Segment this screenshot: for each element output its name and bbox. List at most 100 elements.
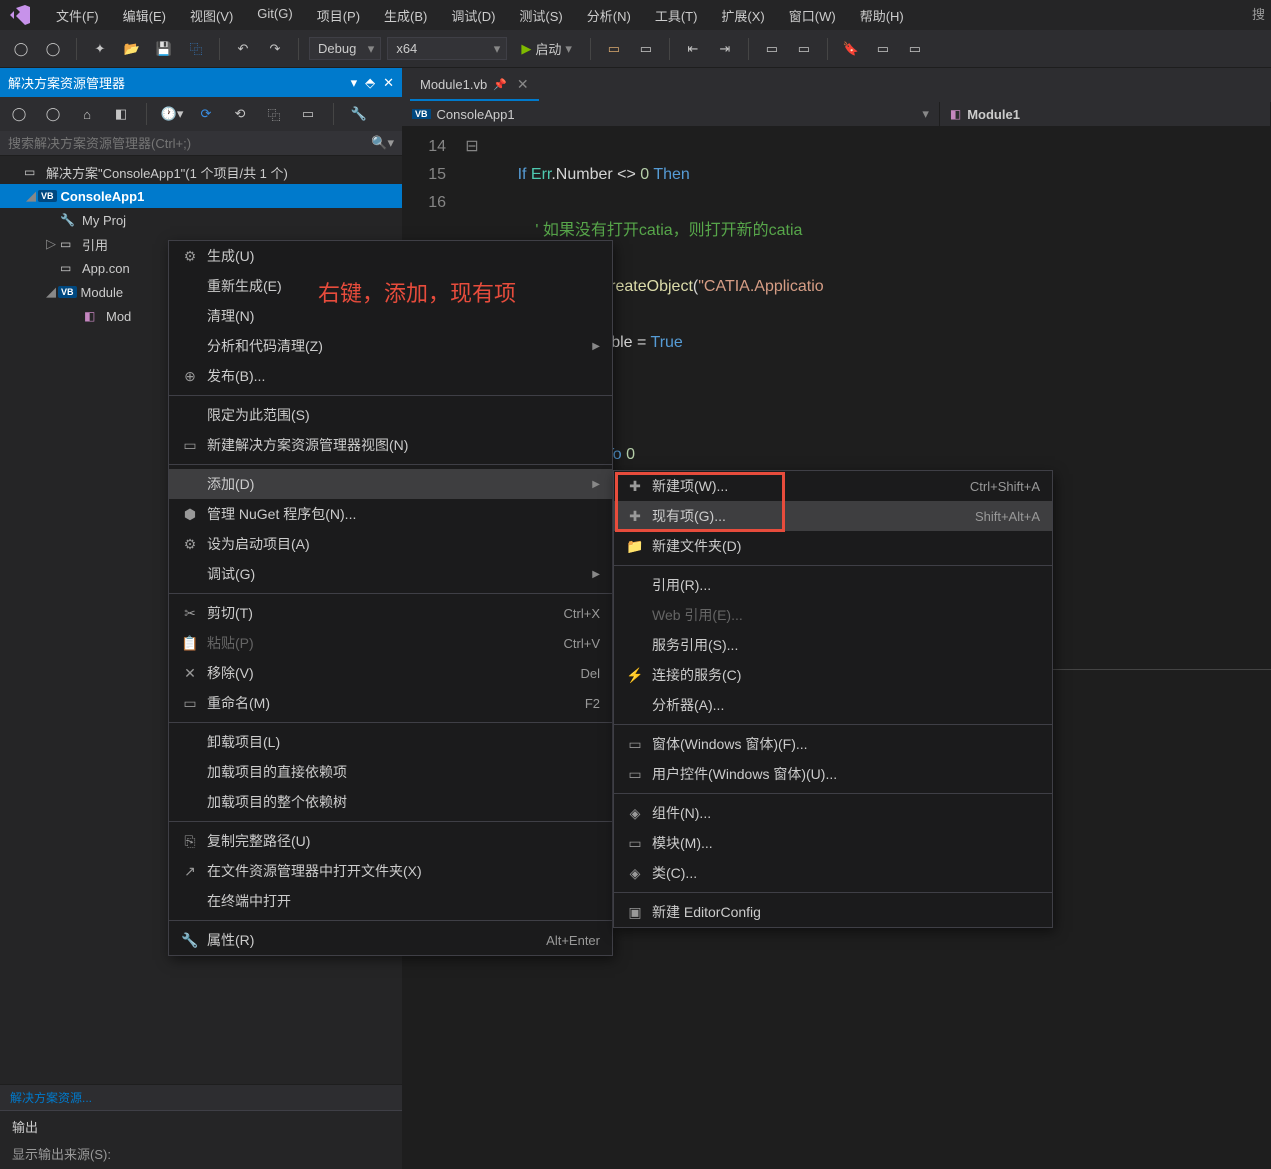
context-menu-item[interactable]: ▭重命名(M)F2 (169, 688, 612, 718)
context-menu-item[interactable]: ▭新建解决方案资源管理器视图(N) (169, 430, 612, 460)
tool-button-7[interactable]: ▭ (870, 36, 896, 62)
tool-button-5[interactable]: ▭ (759, 36, 785, 62)
panel-searchbar[interactable]: 🔍▾ (0, 131, 402, 156)
collapse-icon[interactable]: ⿻ (261, 101, 287, 127)
context-menu-item[interactable]: 卸载项目(L) (169, 727, 612, 757)
menu-item[interactable]: 分析(N) (583, 4, 635, 27)
menu-item[interactable]: 文件(F) (52, 4, 103, 27)
context-menu-item[interactable]: ✕移除(V)Del (169, 658, 612, 688)
context-menu-item[interactable]: ⚙生成(U) (169, 241, 612, 271)
new-button[interactable]: ✦ (87, 36, 113, 62)
context-menu-item[interactable]: ◈组件(N)... (614, 798, 1052, 828)
close-tab-icon[interactable]: ✕ (517, 76, 529, 93)
solution-root[interactable]: ▭ 解决方案"ConsoleApp1"(1 个项目/共 1 个) (0, 160, 402, 184)
myproject-node[interactable]: 🔧 My Proj (0, 208, 402, 232)
pin-icon[interactable]: 📌 (493, 78, 507, 91)
tool-button-8[interactable]: ▭ (902, 36, 928, 62)
search-input[interactable] (8, 136, 371, 151)
menu-item[interactable]: 项目(P) (313, 4, 364, 27)
context-menu-item[interactable]: ⊕发布(B)... (169, 361, 612, 391)
context-menu-item[interactable]: ✂剪切(T)Ctrl+X (169, 598, 612, 628)
context-menu-item[interactable]: ⚙设为启动项目(A) (169, 529, 612, 559)
context-menu-item[interactable]: 限定为此范围(S) (169, 400, 612, 430)
context-menu-item[interactable]: ▣新建 EditorConfig (614, 897, 1052, 927)
search-icon[interactable]: 🔍▾ (371, 135, 394, 151)
context-menu-item[interactable]: 调试(G)▶ (169, 559, 612, 589)
context-menu-item[interactable]: ✚新建项(W)...Ctrl+Shift+A (614, 471, 1052, 501)
start-button[interactable]: ▶ 启动 ▾ (513, 36, 580, 61)
menu-item[interactable]: 工具(T) (651, 4, 702, 27)
bookmark-button[interactable]: 🔖 (838, 36, 864, 62)
sync-icon[interactable]: ⟲ (227, 101, 253, 127)
menu-item[interactable]: 窗口(W) (785, 4, 840, 27)
context-menu-item[interactable]: ✚现有项(G)...Shift+Alt+A (614, 501, 1052, 531)
tool-button-4[interactable]: ⇥ (712, 36, 738, 62)
nav-project[interactable]: VB ConsoleApp1 ▾ (402, 102, 940, 126)
forward-button[interactable]: ◯ (40, 36, 66, 62)
pin-icon[interactable]: ⬘ (365, 75, 375, 91)
nav-module[interactable]: ◧ Module1 (940, 102, 1271, 126)
context-menu-item[interactable]: ⬢管理 NuGet 程序包(N)... (169, 499, 612, 529)
menu-item[interactable]: 调试(D) (447, 4, 499, 27)
context-menu-add[interactable]: ✚新建项(W)...Ctrl+Shift+A✚现有项(G)...Shift+Al… (613, 470, 1053, 928)
context-menu-item[interactable]: 加载项目的直接依赖项 (169, 757, 612, 787)
save-button[interactable]: 💾 (151, 36, 177, 62)
close-icon[interactable]: ✕ (383, 75, 394, 91)
context-menu-item[interactable]: ▭窗体(Windows 窗体)(F)... (614, 729, 1052, 759)
menu-item[interactable]: 帮助(H) (856, 4, 908, 27)
properties-icon[interactable]: 🔧 (346, 101, 372, 127)
menu-item[interactable]: 生成(B) (380, 4, 431, 27)
home-icon[interactable]: ⌂ (74, 101, 100, 127)
refresh-icon[interactable]: ⟳ (193, 101, 219, 127)
back-button[interactable]: ◯ (8, 36, 34, 62)
back-icon[interactable]: ◯ (6, 101, 32, 127)
context-menu-item[interactable]: 🔧属性(R)Alt+Enter (169, 925, 612, 955)
file-tab[interactable]: Module1.vb 📌 ✕ (410, 70, 539, 101)
context-menu-item[interactable]: ◈类(C)... (614, 858, 1052, 888)
menu-item[interactable]: 扩展(X) (717, 4, 768, 27)
editor-nav: VB ConsoleApp1 ▾ ◧ Module1 (402, 102, 1271, 127)
project-label: ConsoleApp1 (61, 189, 145, 204)
tool-button-3[interactable]: ⇤ (680, 36, 706, 62)
context-menu-main[interactable]: ⚙生成(U)重新生成(E)清理(N)分析和代码清理(Z)▶⊕发布(B)... 限定… (168, 240, 613, 956)
showall-icon[interactable]: ▭ (295, 101, 321, 127)
menu-label: 用户控件(Windows 窗体)(U)... (652, 764, 1040, 784)
context-menu-item[interactable]: ▭模块(M)... (614, 828, 1052, 858)
undo-button[interactable]: ↶ (230, 36, 256, 62)
solution-tab[interactable]: 解决方案资源... (0, 1085, 102, 1110)
dropdown-icon[interactable]: ▾ (351, 75, 358, 91)
context-menu-item[interactable]: 服务引用(S)... (614, 630, 1052, 660)
redo-button[interactable]: ↷ (262, 36, 288, 62)
context-menu-item[interactable]: 加载项目的整个依赖树 (169, 787, 612, 817)
tool-button-6[interactable]: ▭ (791, 36, 817, 62)
context-menu-item[interactable]: 📁新建文件夹(D) (614, 531, 1052, 561)
saveall-button[interactable]: ⿻ (183, 36, 209, 62)
menu-label: 模块(M)... (652, 833, 1040, 853)
search-corner[interactable]: 搜 (1252, 4, 1265, 23)
tool-button-1[interactable]: ▭ (601, 36, 627, 62)
forward-icon[interactable]: ◯ (40, 101, 66, 127)
context-menu-item[interactable]: ↗在文件资源管理器中打开文件夹(X) (169, 856, 612, 886)
context-menu-item[interactable]: ⎘复制完整路径(U) (169, 826, 612, 856)
context-menu-item[interactable]: 分析和代码清理(Z)▶ (169, 331, 612, 361)
context-menu-item[interactable]: 在终端中打开 (169, 886, 612, 916)
config-dropdown[interactable]: Debug (309, 37, 381, 60)
context-menu-item[interactable]: 添加(D)▶ (169, 469, 612, 499)
context-menu-item[interactable]: 分析器(A)... (614, 690, 1052, 720)
context-menu-item[interactable]: ⚡连接的服务(C) (614, 660, 1052, 690)
menu-item[interactable]: Git(G) (253, 4, 296, 27)
switch-icon[interactable]: ◧ (108, 101, 134, 127)
history-icon[interactable]: 🕐▾ (159, 101, 185, 127)
context-menu-item[interactable]: 重新生成(E) (169, 271, 612, 301)
menu-icon: ⊕ (179, 368, 201, 385)
menu-item[interactable]: 编辑(E) (119, 4, 170, 27)
tool-button-2[interactable]: ▭ (633, 36, 659, 62)
open-button[interactable]: 📂 (119, 36, 145, 62)
menu-item[interactable]: 测试(S) (515, 4, 566, 27)
menu-item[interactable]: 视图(V) (186, 4, 237, 27)
project-node[interactable]: ◢VB ConsoleApp1 (0, 184, 402, 208)
context-menu-item[interactable]: 清理(N) (169, 301, 612, 331)
platform-dropdown[interactable]: x64 (387, 37, 507, 60)
context-menu-item[interactable]: 引用(R)... (614, 570, 1052, 600)
context-menu-item[interactable]: ▭用户控件(Windows 窗体)(U)... (614, 759, 1052, 789)
